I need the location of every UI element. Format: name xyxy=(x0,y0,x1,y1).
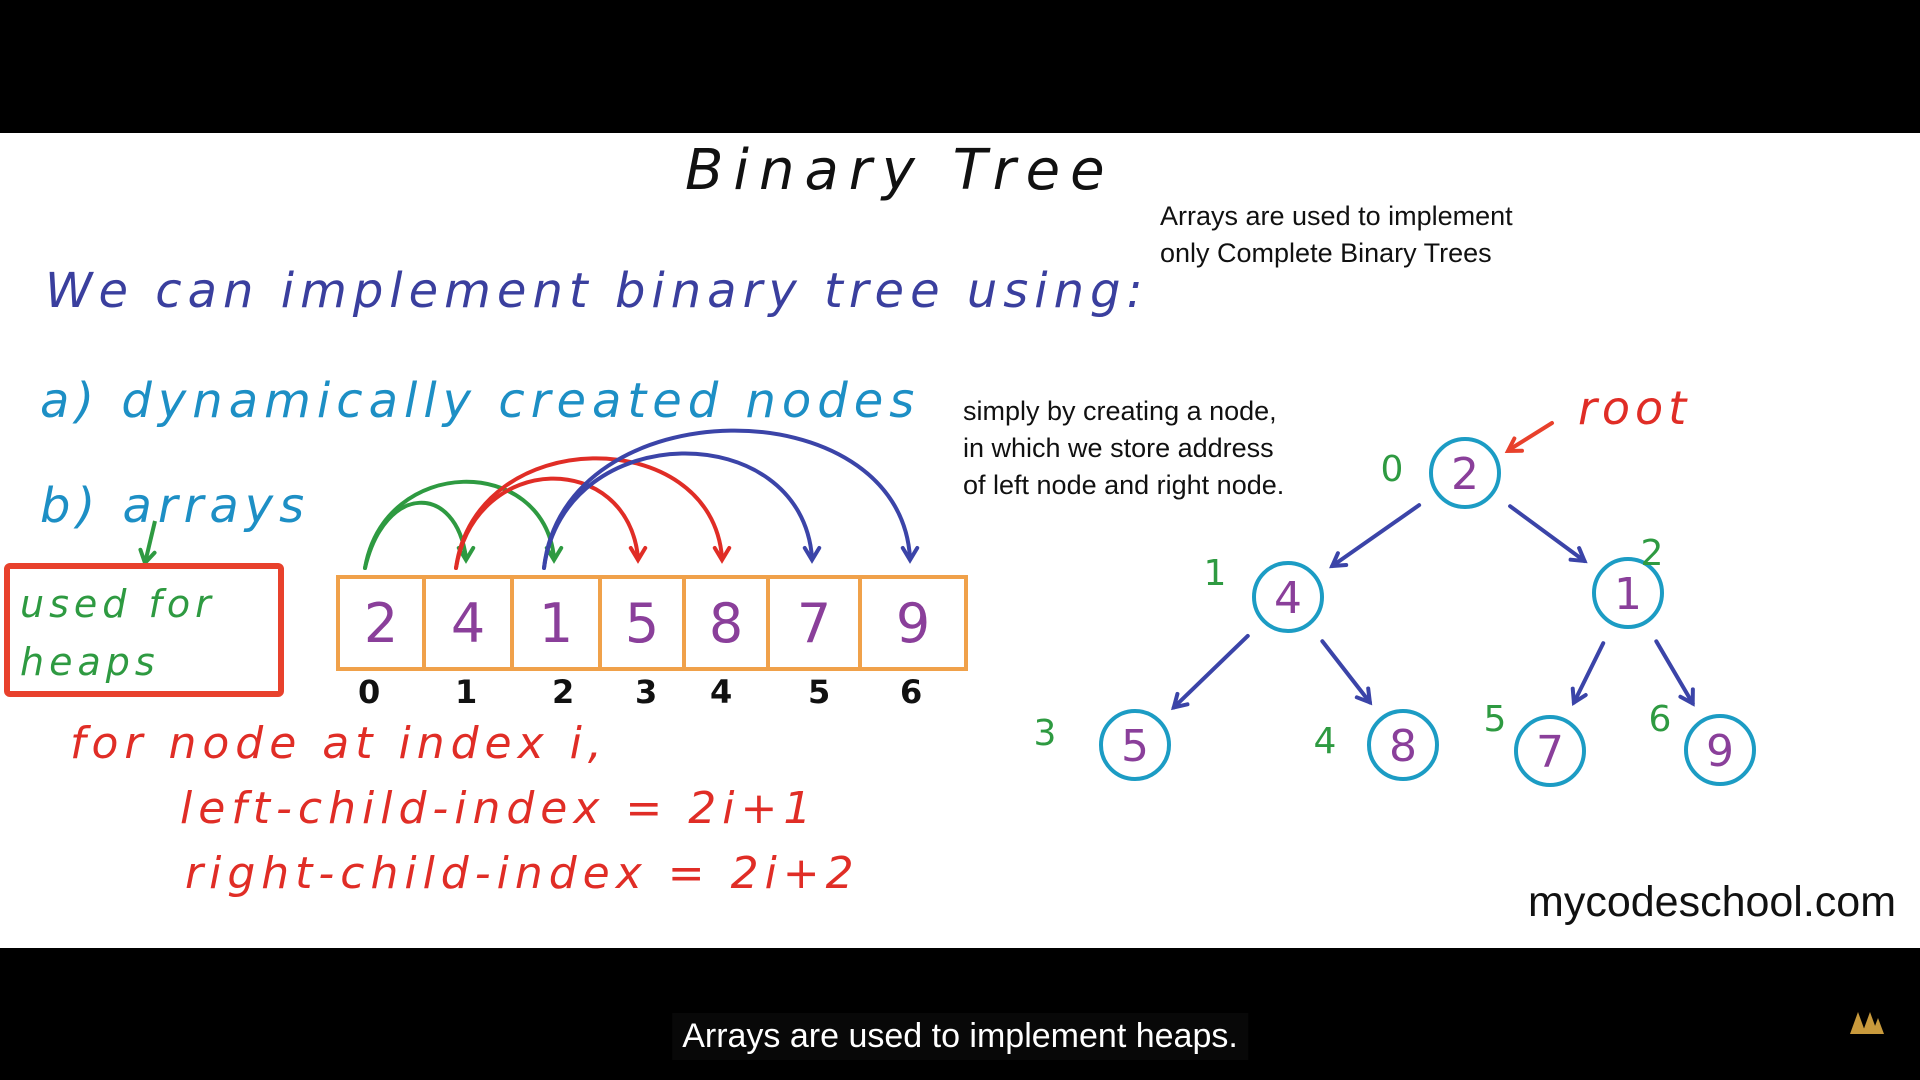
tree-node-value: 1 xyxy=(1614,569,1642,620)
tree-edge xyxy=(1171,633,1250,710)
tree-node-value: 7 xyxy=(1536,727,1564,778)
tree-edge xyxy=(1571,641,1606,705)
tree-node-value: 4 xyxy=(1274,573,1302,624)
tree-node-value: 8 xyxy=(1389,721,1417,772)
tree-node-index: 3 xyxy=(1034,713,1057,754)
tree-edge xyxy=(1320,639,1372,705)
video-caption: Arrays are used to implement heaps. xyxy=(672,1013,1248,1060)
channel-logo-icon[interactable] xyxy=(1848,1008,1886,1038)
tree-node-index: 1 xyxy=(1204,553,1227,594)
tree-node-value: 9 xyxy=(1706,726,1734,777)
website-watermark: mycodeschool.com xyxy=(1528,878,1897,926)
tree-node-index: 2 xyxy=(1641,533,1664,574)
binary-tree-diagram: 2041 1253 84 7596 xyxy=(1034,421,1756,787)
tree-node-index: 0 xyxy=(1381,449,1404,490)
tree-node-index: 6 xyxy=(1649,699,1672,740)
tree-node-value: 2 xyxy=(1451,449,1479,500)
tree-node-index: 4 xyxy=(1314,721,1337,762)
root-label: root xyxy=(1578,381,1692,435)
root-arrow xyxy=(1510,421,1554,450)
tree-edge xyxy=(1330,503,1422,569)
lecture-slide: Binary Tree We can implement binary tree… xyxy=(0,133,1920,948)
tree-edge xyxy=(1508,504,1587,563)
tree-edge xyxy=(1654,639,1695,706)
tree-node-value: 5 xyxy=(1121,721,1149,772)
tree-node-index: 5 xyxy=(1484,699,1507,740)
